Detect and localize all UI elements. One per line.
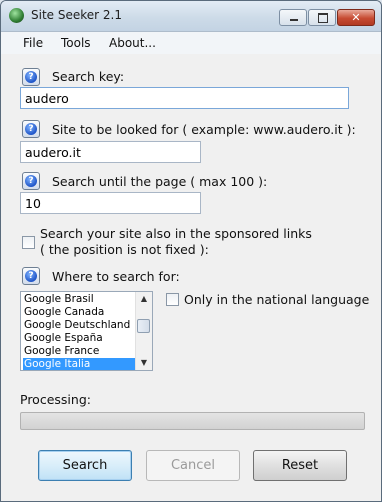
list-item[interactable]: Google France: [23, 345, 136, 358]
help-icon[interactable]: ?: [22, 172, 40, 190]
list-item-selected[interactable]: Google Italia: [23, 358, 136, 370]
menu-about[interactable]: About...: [109, 36, 156, 50]
app-window: Site Seeker 2.1 ✕ File Tools About... ? …: [0, 0, 382, 502]
list-item[interactable]: Google España: [23, 332, 136, 345]
reset-button[interactable]: Reset: [253, 450, 347, 481]
close-icon: ✕: [351, 11, 361, 24]
menu-bar: File Tools About...: [1, 32, 381, 54]
max-page-label: Search until the page ( max 100 ):: [52, 174, 268, 189]
sponsored-label-line2: ( the position is not fixed ):: [40, 242, 209, 257]
site-label: Site to be looked for ( example: www.aud…: [52, 122, 356, 137]
where-label: Where to search for:: [52, 269, 180, 284]
help-icon[interactable]: ?: [22, 120, 40, 138]
cancel-button[interactable]: Cancel: [146, 450, 240, 481]
search-key-input[interactable]: audero: [20, 87, 349, 109]
minimize-icon: [290, 19, 298, 21]
processing-label: Processing:: [20, 392, 91, 407]
help-icon[interactable]: ?: [22, 68, 40, 86]
list-item[interactable]: Google Deutschland: [23, 319, 136, 332]
search-button[interactable]: Search: [38, 450, 132, 481]
search-engine-list[interactable]: Google Brasil Google Canada Google Deuts…: [20, 291, 153, 371]
close-button[interactable]: ✕: [337, 9, 375, 26]
national-language-label: Only in the national language: [184, 292, 370, 307]
scroll-thumb[interactable]: [137, 319, 150, 333]
sponsored-label-line1: Search your site also in the sponsored l…: [40, 226, 312, 241]
list-item[interactable]: Google Canada: [23, 306, 136, 319]
site-input[interactable]: audero.it: [20, 141, 201, 163]
window-title: Site Seeker 2.1: [31, 8, 122, 22]
national-language-checkbox[interactable]: [166, 293, 179, 306]
help-icon[interactable]: ?: [22, 267, 40, 285]
list-item[interactable]: Google Brasil: [23, 293, 136, 306]
progress-bar: [20, 412, 365, 430]
app-icon: [9, 8, 24, 23]
list-scrollbar[interactable]: ▲ ▼: [135, 292, 152, 370]
menu-tools[interactable]: Tools: [61, 36, 91, 50]
menu-file[interactable]: File: [23, 36, 43, 50]
maximize-icon: [318, 13, 328, 23]
maximize-button[interactable]: [308, 9, 336, 26]
title-bar[interactable]: Site Seeker 2.1 ✕: [1, 1, 381, 32]
scroll-up-icon[interactable]: ▲: [136, 292, 152, 306]
main-panel: ? Search key: audero ? Site to be looked…: [1, 54, 381, 501]
max-page-input[interactable]: 10: [20, 192, 201, 214]
scroll-down-icon[interactable]: ▼: [136, 356, 152, 370]
search-key-label: Search key:: [52, 69, 125, 84]
sponsored-checkbox[interactable]: [22, 236, 35, 249]
minimize-button[interactable]: [279, 9, 307, 26]
